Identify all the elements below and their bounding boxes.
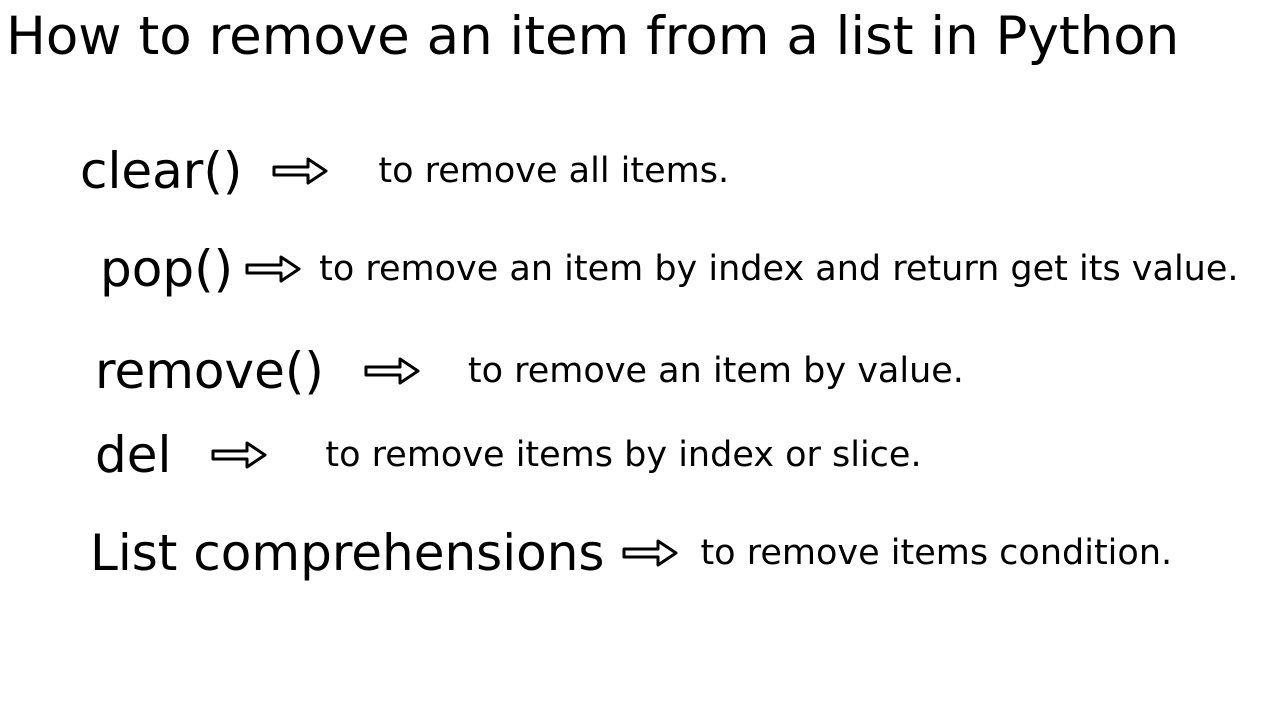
list-item: pop() to remove an item by index and ret… bbox=[0, 244, 1280, 294]
list-item: del to remove items by index or slice. bbox=[0, 430, 1280, 480]
method-description: to remove an item by index and return ge… bbox=[319, 252, 1238, 287]
method-description: to remove items condition. bbox=[700, 536, 1172, 571]
arrow-right-icon bbox=[245, 254, 301, 284]
method-list: clear() to remove all items. pop() to re… bbox=[0, 66, 1280, 578]
arrow-right-icon bbox=[622, 538, 678, 568]
list-item: clear() to remove all items. bbox=[0, 146, 1280, 196]
method-name: List comprehensions bbox=[90, 528, 604, 578]
list-item: List comprehensions to remove items cond… bbox=[0, 528, 1280, 578]
method-name: clear() bbox=[80, 146, 242, 196]
arrow-right-icon bbox=[272, 156, 328, 186]
arrow-right-icon bbox=[364, 356, 420, 386]
method-description: to remove all items. bbox=[378, 154, 729, 189]
method-description: to remove items by index or slice. bbox=[325, 438, 921, 473]
method-name: pop() bbox=[100, 244, 233, 294]
method-description: to remove an item by value. bbox=[468, 354, 964, 389]
arrow-right-icon bbox=[211, 440, 267, 470]
list-item: remove() to remove an item by value. bbox=[0, 346, 1280, 396]
page-title: How to remove an item from a list in Pyt… bbox=[0, 0, 1280, 66]
method-name: del bbox=[95, 430, 171, 480]
method-name: remove() bbox=[95, 346, 324, 396]
